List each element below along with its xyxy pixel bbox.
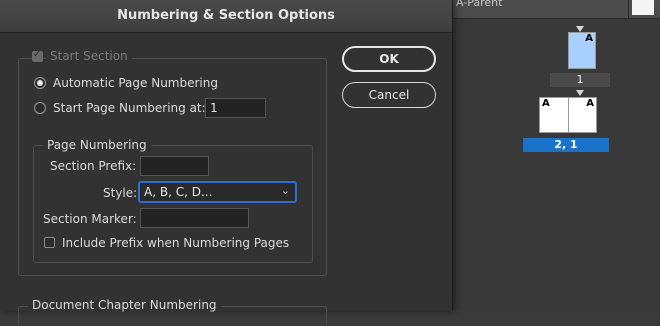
- automatic-page-numbering-label: Automatic Page Numbering: [53, 76, 218, 90]
- automatic-page-numbering-radio[interactable]: [34, 77, 46, 89]
- include-prefix-checkbox[interactable]: [44, 237, 55, 248]
- cancel-button[interactable]: Cancel: [342, 82, 436, 108]
- page-thumbnail-1[interactable]: A: [568, 32, 596, 69]
- spread-right-letter: A: [586, 98, 594, 109]
- style-select[interactable]: A, B, C, D... ⌄: [138, 181, 297, 203]
- section-prefix-label: Section Prefix:: [50, 159, 137, 173]
- parent-page-thumbnail[interactable]: [632, 0, 654, 15]
- ok-button[interactable]: OK: [342, 46, 436, 72]
- page-parent-letter: A: [585, 33, 593, 44]
- document-chapter-numbering-legend: Document Chapter Numbering: [28, 298, 221, 312]
- include-prefix-label: Include Prefix when Numbering Pages: [62, 236, 290, 250]
- numbering-section-options-dialog: Numbering & Section Options Start Sectio…: [0, 0, 453, 326]
- start-page-numbering-label: Start Page Numbering at:: [53, 101, 206, 115]
- section-marker-label: Section Marker:: [43, 212, 137, 226]
- spread-spine: [568, 98, 569, 132]
- spread-number-label[interactable]: 2, 1: [523, 138, 609, 152]
- panel-divider: [628, 0, 629, 18]
- parent-page-label[interactable]: A-Parent: [456, 0, 502, 9]
- spread-thumbnail[interactable]: A A: [539, 97, 597, 133]
- section-marker-input[interactable]: [140, 208, 249, 228]
- section-prefix-input[interactable]: [140, 156, 209, 176]
- page-number-label[interactable]: 1: [550, 73, 610, 87]
- spread-left-letter: A: [542, 98, 550, 109]
- start-page-numbering-radio[interactable]: [34, 102, 46, 114]
- start-section-checkbox[interactable]: [32, 49, 43, 62]
- start-section-label: Start Section: [46, 49, 132, 63]
- page-numbering-legend: Page Numbering: [43, 138, 151, 152]
- style-label: Style:: [103, 186, 138, 200]
- dialog-title[interactable]: Numbering & Section Options: [0, 0, 452, 33]
- spine-marker-icon: [576, 90, 584, 96]
- style-select-value: A, B, C, D...: [144, 185, 213, 199]
- chevron-down-icon: ⌄: [280, 184, 290, 197]
- start-page-number-input[interactable]: 1: [205, 98, 266, 118]
